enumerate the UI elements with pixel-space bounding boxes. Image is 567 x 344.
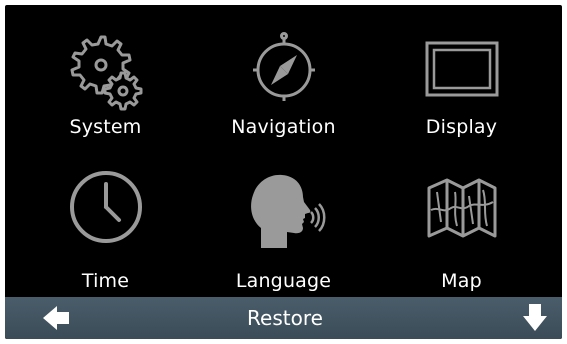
menu-item-navigation[interactable]: Navigation xyxy=(191,5,376,145)
gears-icon xyxy=(61,25,151,115)
speaking-head-icon xyxy=(239,162,329,252)
restore-button[interactable]: Restore xyxy=(185,297,385,339)
menu-item-map[interactable]: Map xyxy=(369,150,554,292)
arrow-down-icon xyxy=(523,304,547,331)
bottom-bar: Restore xyxy=(5,297,562,339)
clock-icon xyxy=(61,162,151,252)
menu-item-label: Display xyxy=(425,116,498,138)
compass-icon xyxy=(239,25,329,115)
menu-item-label: Navigation xyxy=(231,116,336,138)
menu-item-label: Map xyxy=(441,270,482,292)
menu-item-label: Language xyxy=(235,270,332,292)
menu-item-time[interactable]: Time xyxy=(13,150,198,292)
map-icon xyxy=(417,162,507,252)
back-button[interactable] xyxy=(35,297,95,339)
menu-item-label: System xyxy=(69,116,142,138)
scroll-down-button[interactable] xyxy=(505,297,562,339)
arrow-left-icon xyxy=(43,306,69,330)
settings-screen: System Navigation Display Time Language … xyxy=(5,5,562,339)
display-icon xyxy=(417,25,507,115)
menu-item-label: Time xyxy=(81,270,130,292)
settings-menu-grid: System Navigation Display Time Language … xyxy=(5,5,562,295)
menu-item-system[interactable]: System xyxy=(13,5,198,145)
menu-item-language[interactable]: Language xyxy=(191,150,376,292)
menu-item-display[interactable]: Display xyxy=(369,5,554,145)
